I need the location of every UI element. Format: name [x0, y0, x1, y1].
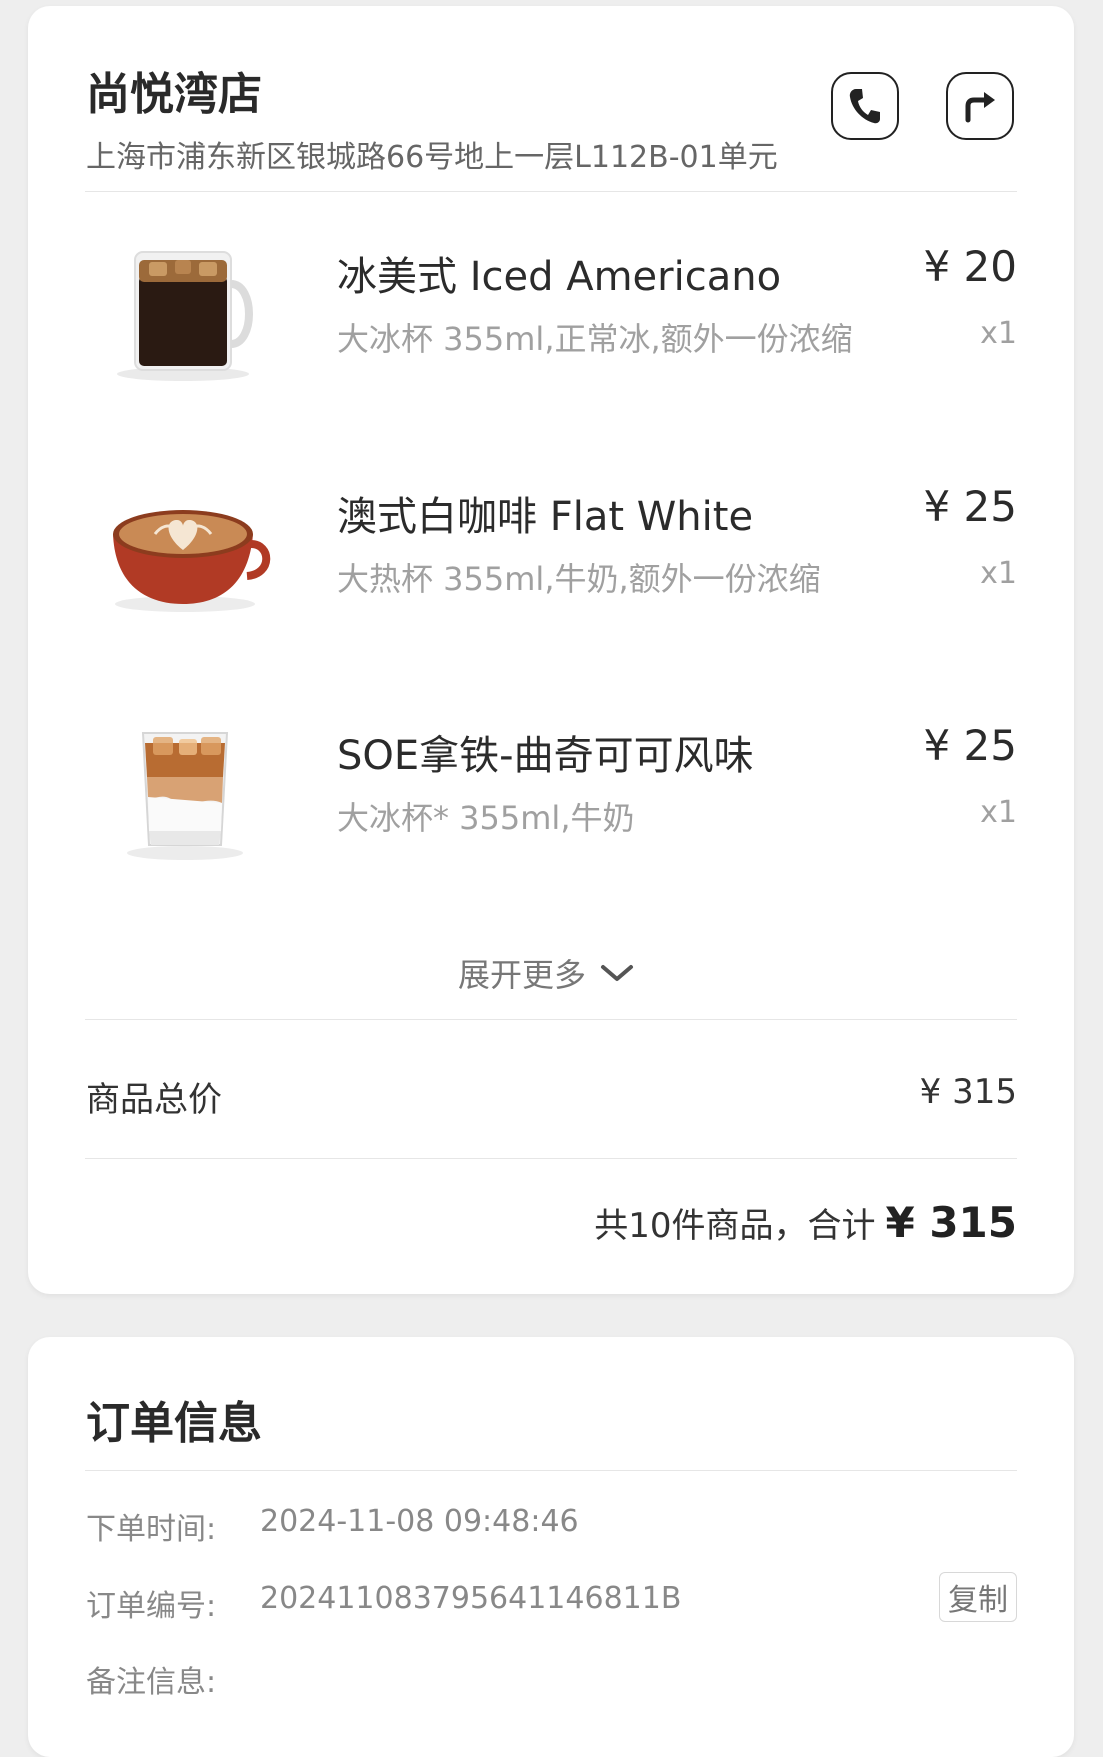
item-name: 冰美式 Iced Americano	[337, 254, 782, 300]
divider	[85, 191, 1017, 192]
order-number-value: 202411083795641146811B	[260, 1581, 682, 1616]
total-value: ¥ 315	[885, 1198, 1017, 1247]
list-item[interactable]: 澳式白咖啡 Flat White 大热杯 355ml,牛奶,额外一份浓缩 ¥ 2…	[85, 464, 1017, 624]
subtotal-label: 商品总价	[86, 1080, 222, 1120]
iced-latte-image	[127, 732, 243, 860]
list-item[interactable]: 冰美式 Iced Americano 大冰杯 355ml,正常冰,额外一份浓缩 …	[85, 224, 1017, 384]
divider	[85, 1158, 1017, 1159]
item-quantity: x1	[980, 795, 1017, 830]
expand-more-button[interactable]: 展开更多	[458, 950, 634, 996]
order-items-card: 尚悦湾店 上海市浦东新区银城路66号地上一层L112B-01单元 冰美式 Ice…	[28, 6, 1074, 1294]
store-address: 上海市浦东新区银城路66号地上一层L112B-01单元	[86, 140, 778, 175]
order-info-card: 订单信息 下单时间: 2024-11-08 09:48:46 订单编号: 202…	[28, 1337, 1074, 1757]
divider	[85, 1470, 1017, 1471]
item-quantity: x1	[980, 316, 1017, 351]
item-price: ¥ 25	[923, 482, 1017, 531]
item-name: SOE拿铁-曲奇可可风味	[337, 733, 754, 779]
remark-label: 备注信息:	[86, 1665, 217, 1700]
iced-americano-image	[117, 251, 253, 381]
order-number-label: 订单编号:	[86, 1589, 217, 1624]
total-count-text: 共10件商品，合计	[594, 1206, 876, 1246]
expand-more-label: 展开更多	[458, 956, 587, 994]
item-price: ¥ 20	[923, 242, 1017, 291]
item-options: 大热杯 355ml,牛奶,额外一份浓缩	[337, 560, 821, 598]
call-store-button[interactable]	[831, 72, 899, 140]
item-name: 澳式白咖啡 Flat White	[337, 494, 754, 540]
store-name: 尚悦湾店	[86, 69, 262, 120]
divider	[85, 1019, 1017, 1020]
order-info-title: 订单信息	[86, 1398, 262, 1449]
order-time-label: 下单时间:	[86, 1512, 217, 1547]
navigate-button[interactable]	[946, 72, 1014, 140]
order-time-value: 2024-11-08 09:48:46	[260, 1504, 579, 1539]
item-options: 大冰杯 355ml,正常冰,额外一份浓缩	[337, 320, 853, 358]
flat-white-image	[113, 510, 271, 612]
item-options: 大冰杯* 355ml,牛奶	[337, 799, 635, 837]
list-item[interactable]: SOE拿铁-曲奇可可风味 大冰杯* 355ml,牛奶 ¥ 25 x1	[85, 703, 1017, 863]
item-quantity: x1	[980, 556, 1017, 591]
chevron-down-icon	[601, 965, 634, 981]
phone-icon	[849, 89, 880, 124]
subtotal-value: ¥ 315	[919, 1072, 1017, 1112]
item-price: ¥ 25	[923, 721, 1017, 770]
order-total: 共10件商品，合计 ¥ 315	[594, 1198, 1017, 1247]
directions-icon	[965, 92, 995, 123]
copy-order-number-button[interactable]: 复制	[939, 1572, 1017, 1622]
